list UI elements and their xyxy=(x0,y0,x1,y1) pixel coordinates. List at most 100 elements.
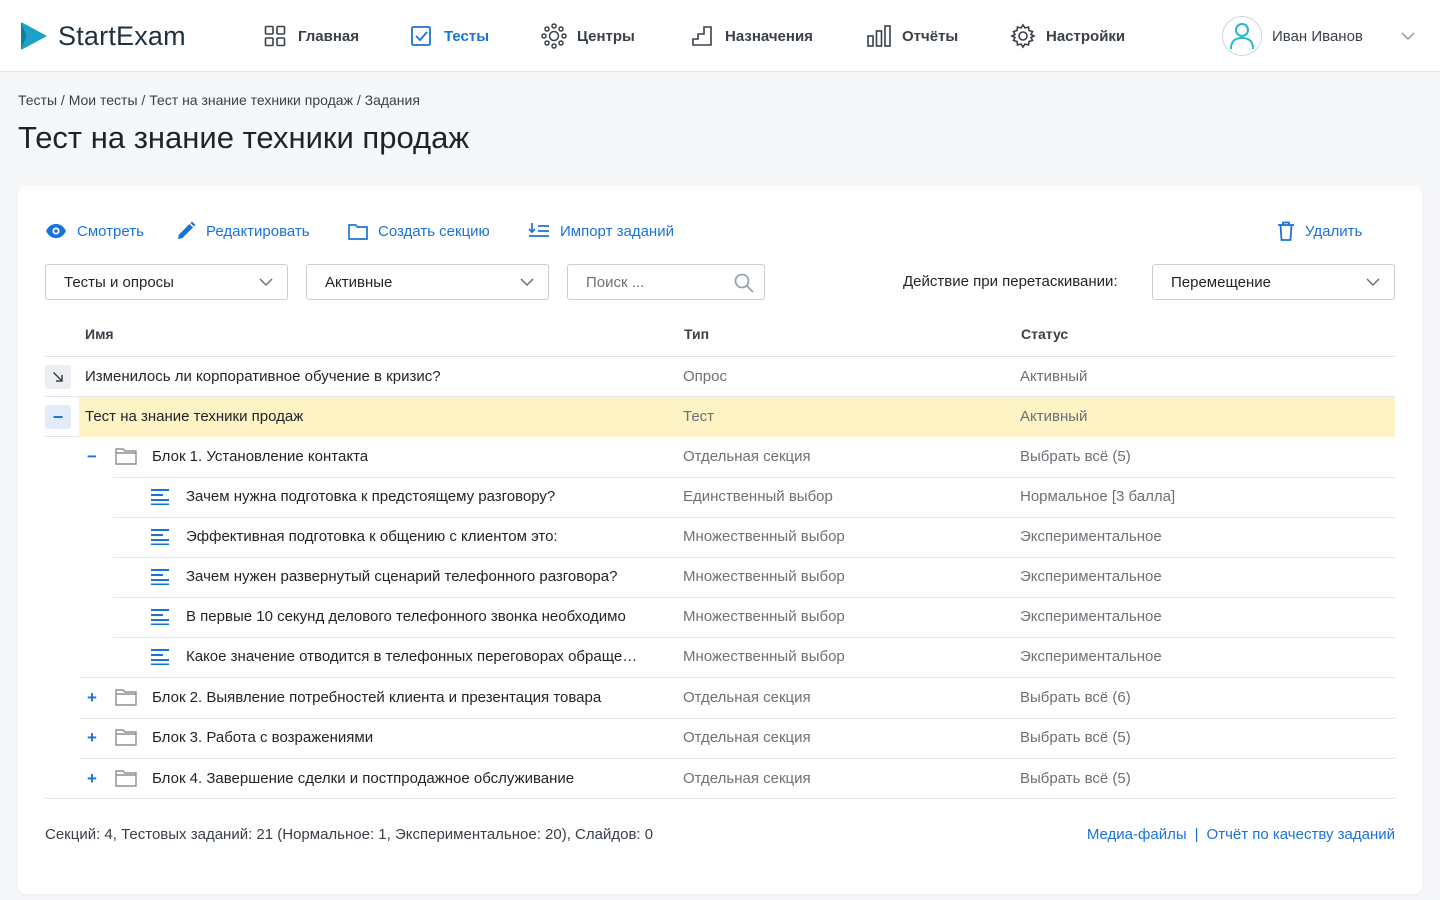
row-type: Опрос xyxy=(683,368,727,385)
import-button[interactable]: Импорт заданий xyxy=(528,220,674,242)
centers-icon xyxy=(541,23,567,49)
summary-text: Секций: 4, Тестовых заданий: 21 (Нормаль… xyxy=(45,826,654,843)
table-row[interactable]: − Блок 1. Установление контакта Отдельна… xyxy=(45,437,1395,478)
media-files-link[interactable]: Медиа-файлы xyxy=(1087,826,1187,843)
question-lines-icon xyxy=(151,569,169,585)
table-row[interactable]: Какое значение отводится в телефонных пе… xyxy=(45,637,1395,678)
table-row-selected[interactable]: − Тест на знание техники продаж Тест Акт… xyxy=(45,397,1395,437)
expand-toggle[interactable]: + xyxy=(82,767,102,791)
gear-icon xyxy=(1010,23,1036,49)
collapse-toggle[interactable]: − xyxy=(45,405,71,429)
table-row[interactable]: + Блок 3. Работа с возражениями Отдельна… xyxy=(45,718,1395,759)
avatar xyxy=(1222,16,1262,56)
row-type: Тест xyxy=(683,408,715,425)
expand-toggle[interactable]: + xyxy=(82,726,102,750)
question-lines-icon xyxy=(151,529,169,545)
chevron-down-icon[interactable] xyxy=(1400,28,1416,44)
breadcrumb-tests[interactable]: Тесты xyxy=(18,92,57,108)
expand-toggle[interactable]: + xyxy=(82,686,102,710)
content-card: Смотреть Редактировать Создать секцию Им… xyxy=(18,186,1422,894)
nav-settings-label: Настройки xyxy=(1046,27,1126,45)
nav-centers-label: Центры xyxy=(577,27,635,45)
quality-report-link[interactable]: Отчёт по качеству заданий xyxy=(1207,826,1395,843)
chevron-down-icon xyxy=(259,278,273,287)
page-title: Тест на знание техники продаж xyxy=(18,120,470,155)
kind-select[interactable]: Тесты и опросы xyxy=(45,264,288,300)
collapse-toggle[interactable]: − xyxy=(82,445,102,469)
table-row[interactable]: В первые 10 секунд делового телефонного … xyxy=(45,597,1395,638)
row-status: Выбрать всё (6) xyxy=(1020,689,1131,706)
column-header-type[interactable]: Тип xyxy=(684,326,709,342)
view-label: Смотреть xyxy=(77,222,144,240)
nav-settings[interactable]: Настройки xyxy=(1010,20,1125,52)
drag-action-value: Перемещение xyxy=(1171,273,1271,291)
nav-reports-label: Отчёты xyxy=(902,27,959,45)
drill-in-toggle[interactable] xyxy=(45,365,71,389)
logo[interactable]: StartExam xyxy=(18,20,186,52)
table-row[interactable]: + Блок 4. Завершение сделки и постпродаж… xyxy=(45,759,1395,799)
row-status: Нормальное [3 балла] xyxy=(1020,488,1176,505)
delete-button[interactable]: Удалить xyxy=(1277,220,1362,242)
row-status: Экспериментальное xyxy=(1020,648,1162,665)
nav-tests-label: Тесты xyxy=(444,27,490,45)
row-type: Единственный выбор xyxy=(683,488,833,505)
status-select-value: Активные xyxy=(325,273,393,291)
nav-assignments[interactable]: Назначения xyxy=(689,20,813,52)
delete-label: Удалить xyxy=(1305,222,1363,240)
row-name: Какое значение отводится в телефонных пе… xyxy=(186,648,641,665)
nav-centers[interactable]: Центры xyxy=(541,20,635,52)
status-select[interactable]: Активные xyxy=(306,264,549,300)
user-icon xyxy=(1230,23,1254,50)
row-name: Зачем нужна подготовка к предстоящему ра… xyxy=(186,488,556,505)
row-name: Зачем нужен развернутый сценарий телефон… xyxy=(186,568,618,585)
row-type: Множественный выбор xyxy=(683,648,845,665)
row-status: Экспериментальное xyxy=(1020,528,1162,545)
pencil-icon xyxy=(176,221,196,241)
user-menu[interactable]: Иван Иванов xyxy=(1222,16,1363,56)
search-box xyxy=(567,264,765,300)
grid-icon xyxy=(262,23,288,49)
steps-icon xyxy=(689,23,715,49)
table-row[interactable]: Изменилось ли корпоративное обучение в к… xyxy=(45,357,1395,397)
row-type: Множественный выбор xyxy=(683,568,845,585)
row-name: Изменилось ли корпоративное обучение в к… xyxy=(85,368,441,385)
nav-reports[interactable]: Отчёты xyxy=(866,20,958,52)
table-row[interactable]: Эффективная подготовка к общению с клиен… xyxy=(45,517,1395,558)
view-button[interactable]: Смотреть xyxy=(45,220,144,242)
edit-button[interactable]: Редактировать xyxy=(176,220,310,242)
row-status: Активный xyxy=(1020,408,1088,425)
question-lines-icon xyxy=(151,489,169,505)
user-name: Иван Иванов xyxy=(1272,27,1363,45)
search-input[interactable] xyxy=(568,265,718,299)
row-name: Эффективная подготовка к общению с клиен… xyxy=(186,528,558,545)
drag-action-select[interactable]: Перемещение xyxy=(1152,264,1395,300)
table-row[interactable]: + Блок 2. Выявление потребностей клиента… xyxy=(45,678,1395,719)
nav-home[interactable]: Главная xyxy=(262,20,359,52)
row-type: Отдельная секция xyxy=(683,729,811,746)
create-section-label: Создать секцию xyxy=(378,222,490,240)
search-icon[interactable] xyxy=(734,273,754,293)
folder-icon xyxy=(115,770,137,787)
folder-icon xyxy=(115,448,137,465)
row-status: Активный xyxy=(1020,368,1088,385)
bar-chart-icon xyxy=(866,23,892,49)
column-header-status[interactable]: Статус xyxy=(1021,326,1068,342)
chevron-down-icon xyxy=(1366,278,1380,287)
folder-icon xyxy=(348,223,368,240)
column-header-name[interactable]: Имя xyxy=(85,326,114,342)
table-row[interactable]: Зачем нужна подготовка к предстоящему ра… xyxy=(45,477,1395,518)
table-row[interactable]: Зачем нужен развернутый сценарий телефон… xyxy=(45,557,1395,598)
row-type: Отдельная секция xyxy=(683,770,811,787)
logo-text: StartExam xyxy=(58,20,186,51)
row-status: Выбрать всё (5) xyxy=(1020,448,1131,465)
link-separator: | xyxy=(1194,826,1199,843)
breadcrumb-my-tests[interactable]: Мои тесты xyxy=(69,92,138,108)
row-name: Блок 4. Завершение сделки и постпродажно… xyxy=(152,770,575,787)
row-name: Тест на знание техники продаж xyxy=(85,408,304,425)
row-name: Блок 2. Выявление потребностей клиента и… xyxy=(152,689,602,706)
row-name: Блок 3. Работа с возражениями xyxy=(152,729,374,746)
breadcrumb-test[interactable]: Тест на знание техники продаж xyxy=(149,92,353,108)
nav-tests[interactable]: Тесты xyxy=(408,20,489,52)
eye-icon xyxy=(45,223,67,239)
create-section-button[interactable]: Создать секцию xyxy=(348,220,490,242)
